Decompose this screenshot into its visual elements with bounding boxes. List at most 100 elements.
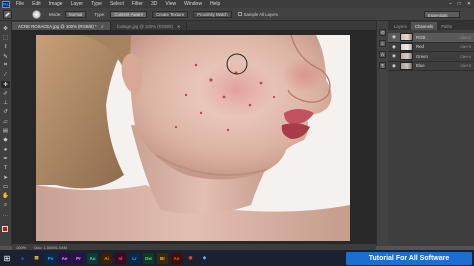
dodge-tool-icon[interactable]: ● [1, 146, 10, 154]
more-tools-icon[interactable]: … [1, 211, 10, 219]
portrait-photo [36, 35, 350, 241]
taskbar-app-icon[interactable]: Pr [73, 252, 84, 264]
channel-name: Blue [416, 63, 425, 69]
channel-row-rgb[interactable]: ◉ RGB Ctrl+2 [388, 33, 474, 43]
path-select-tool-icon[interactable]: ➤ [1, 174, 10, 182]
menu-help[interactable]: Help [210, 1, 220, 7]
collapsed-panels-strip: ⟲ ≡ A ¶ [376, 21, 388, 246]
menu-select[interactable]: Select [110, 1, 124, 7]
type-tool-icon[interactable]: T [1, 164, 10, 172]
crop-tool-icon[interactable]: ⌗ [1, 62, 10, 70]
color-swatches[interactable] [2, 226, 12, 236]
menu-file[interactable]: File [16, 1, 24, 7]
zoom-level[interactable]: 100% [16, 245, 26, 250]
minimize-button[interactable]: – [449, 1, 452, 7]
taskbar-app-icon[interactable]: Id [115, 252, 126, 264]
type-label: Type: [94, 11, 106, 17]
pen-tool-icon[interactable]: ✒ [1, 155, 10, 163]
document-tab-title: ACNE ROSACEA.jpg @ 100% (RGB/8) * [18, 23, 97, 29]
workspace-select[interactable]: Essentials [424, 11, 460, 18]
taskbar-app-icon[interactable]: Ae [59, 252, 70, 264]
paragraph-panel-icon[interactable]: ¶ [379, 62, 386, 69]
content-aware-option[interactable]: Content-Aware [110, 10, 147, 18]
tab-layers[interactable]: Layers [390, 22, 411, 30]
canvas-area[interactable] [12, 30, 376, 244]
eyedropper-tool-icon[interactable]: ⁄ [1, 71, 10, 79]
brush-preset-picker[interactable] [32, 9, 41, 19]
proximity-match-option[interactable]: Proximity Match [193, 10, 232, 18]
marquee-tool-icon[interactable]: ⬚ [1, 34, 10, 42]
eraser-tool-icon[interactable]: ▱ [1, 118, 10, 126]
channel-row-green[interactable]: ◉ Green Ctrl+4 [388, 52, 474, 62]
checkbox-icon [237, 12, 242, 16]
create-texture-option[interactable]: Create Texture [151, 10, 189, 18]
hand-tool-icon[interactable]: ✋ [1, 192, 10, 200]
history-panel-icon[interactable]: ⟲ [379, 29, 386, 36]
taskbar-app-icon[interactable]: Ps [45, 252, 56, 264]
channel-row-blue[interactable]: ◉ Blue Ctrl+5 [388, 61, 474, 71]
close-tab-icon[interactable]: ✕ [101, 24, 104, 29]
menu-bar: Ps File Edit Image Layer Type Select Fil… [0, 0, 474, 8]
spot-healing-tool-icon[interactable]: ✚ [1, 80, 10, 89]
maximize-button[interactable]: □ [458, 1, 461, 7]
properties-panel-icon[interactable]: ≡ [379, 40, 386, 47]
menu-filter[interactable]: Filter [132, 1, 143, 7]
taskbar-app-icon[interactable]: An [171, 252, 182, 264]
channel-row-red[interactable]: ◉ Red Ctrl+3 [388, 42, 474, 52]
taskbar-app-icon[interactable]: Au [87, 252, 98, 264]
visibility-eye-icon[interactable]: ◉ [391, 53, 397, 59]
taskbar-app-icon[interactable]: e [17, 252, 28, 264]
gradient-tool-icon[interactable]: ▤ [1, 127, 10, 135]
document-tab[interactable]: footage.jpg @ 100% (RGB/8) ✕ [111, 22, 188, 30]
character-panel-icon[interactable]: A [379, 51, 386, 58]
tab-paths[interactable]: Paths [437, 22, 456, 30]
blur-tool-icon[interactable]: ◆ [1, 137, 10, 145]
taskbar-app-icon[interactable]: Dw [143, 252, 154, 264]
windows-start-icon[interactable]: ⊞ [0, 250, 14, 266]
menu-window[interactable]: Window [184, 1, 202, 7]
tools-panel: ✥ ⬚ ℓ ✎ ⌗ ⁄ ✚ ✐ ⊥ ↺ ▱ ▤ ◆ ● ✒ T ➤ ▭ ✋ ⌕ … [0, 21, 12, 246]
photoshop-logo: Ps [2, 0, 10, 8]
channel-list: ◉ RGB Ctrl+2 ◉ Red Ctrl+3 ◉ Green Ctrl+4… [388, 30, 474, 71]
close-button[interactable]: ✕ [467, 1, 471, 7]
mode-select[interactable]: Normal [64, 10, 87, 18]
move-tool-icon[interactable]: ✥ [1, 25, 10, 33]
tab-channels[interactable]: Channels [410, 22, 438, 30]
sample-all-layers-checkbox[interactable]: Sample All Layers [237, 12, 278, 17]
lasso-tool-icon[interactable]: ℓ [1, 44, 10, 52]
taskbar-app-icon[interactable]: Ai [101, 252, 112, 264]
channel-thumbnail [400, 33, 413, 42]
menu-image[interactable]: Image [49, 1, 63, 7]
visibility-eye-icon[interactable]: ◉ [391, 44, 397, 49]
taskbar-apps: e ▤ Ps Ae Pr Au Ai Id Lr Dw Br An ◉ ◈ [14, 252, 210, 264]
menu-items: File Edit Image Layer Type Select Filter… [16, 1, 220, 7]
document-image[interactable] [36, 35, 350, 241]
menu-layer[interactable]: Layer [71, 1, 84, 7]
tool-preset-picker[interactable] [3, 9, 12, 19]
channel-thumbnail [400, 61, 413, 70]
menu-view[interactable]: View [165, 1, 176, 7]
visibility-eye-icon[interactable]: ◉ [391, 34, 397, 40]
document-tab-active[interactable]: ACNE ROSACEA.jpg @ 100% (RGB/8) * ✕ [12, 22, 111, 30]
brush-tool-icon[interactable]: ✐ [1, 90, 10, 98]
zoom-tool-icon[interactable]: ⌕ [1, 202, 10, 210]
taskbar-app-icon[interactable]: Br [157, 252, 168, 264]
taskbar-app-icon[interactable]: Lr [129, 252, 140, 264]
foreground-color-swatch[interactable] [2, 226, 8, 232]
visibility-eye-icon[interactable]: ◉ [391, 63, 397, 68]
taskbar-app-icon[interactable]: ◉ [185, 252, 196, 264]
taskbar-app-icon[interactable]: ▤ [31, 252, 42, 264]
shape-tool-icon[interactable]: ▭ [1, 183, 10, 191]
history-brush-tool-icon[interactable]: ↺ [1, 109, 10, 117]
menu-edit[interactable]: Edit [32, 1, 41, 7]
close-tab-icon[interactable]: ✕ [177, 24, 180, 29]
channel-name: RGB [416, 34, 426, 40]
quick-select-tool-icon[interactable]: ✎ [1, 53, 10, 61]
clone-stamp-tool-icon[interactable]: ⊥ [1, 99, 10, 107]
channel-thumbnail [400, 52, 413, 61]
menu-3d[interactable]: 3D [151, 1, 157, 7]
panel-tabs: Layers Channels Paths [388, 21, 474, 30]
channels-panel: Layers Channels Paths ◉ RGB Ctrl+2 ◉ Red… [388, 21, 474, 246]
menu-type[interactable]: Type [91, 1, 102, 7]
taskbar-app-icon[interactable]: ◈ [199, 252, 210, 264]
